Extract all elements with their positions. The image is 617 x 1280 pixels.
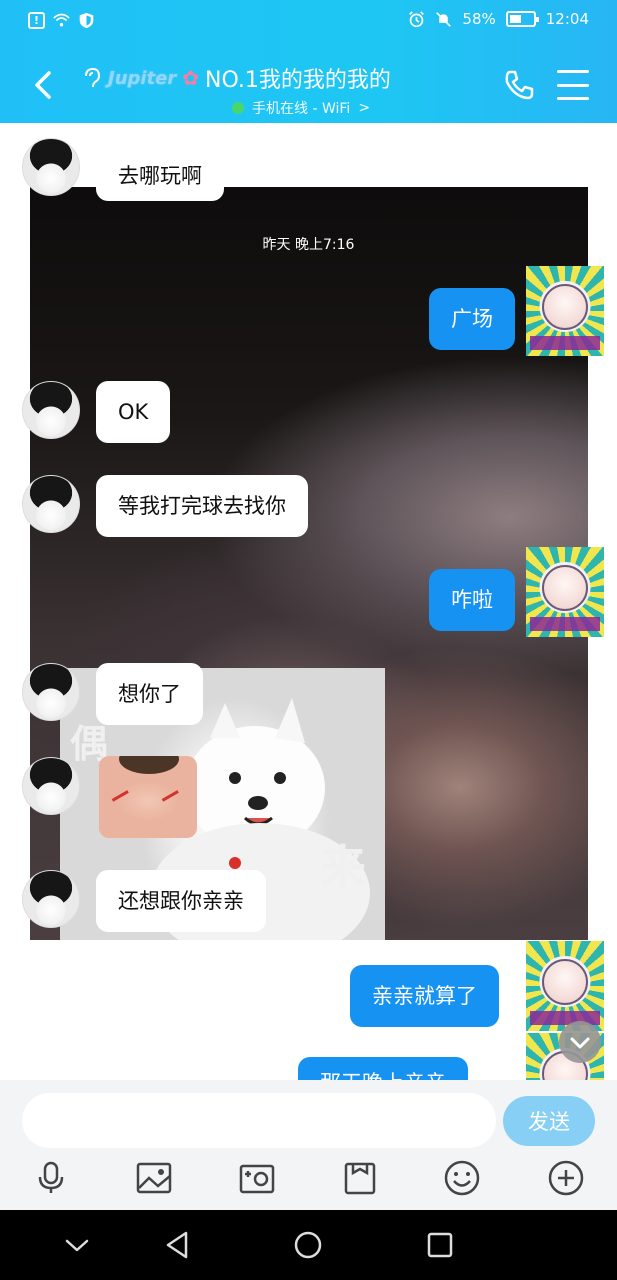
image-icon[interactable]: [134, 1158, 174, 1198]
chat-area[interactable]: 偶 来 昨天 晚上7:16 去哪玩啊 广场 OK 等我打完球去找你 咋啦 想你了…: [0, 123, 617, 1080]
message-bubble-incoming[interactable]: 去哪玩啊: [96, 151, 224, 201]
microphone-icon[interactable]: [31, 1158, 71, 1198]
contact-name: NO.1我的我的我的: [205, 68, 391, 93]
shield-icon: [79, 12, 94, 29]
alert-icon: !: [28, 12, 45, 29]
chat-header: ! 58% 12:04 Jupiter ✿ NO.1我的我的我的 手机在线 - …: [0, 0, 617, 123]
message-bubble-outgoing[interactable]: 亲亲就算了: [350, 965, 499, 1027]
status-bar: ! 58% 12:04: [0, 0, 617, 44]
camera-icon[interactable]: [237, 1158, 277, 1198]
message-input[interactable]: [22, 1093, 496, 1148]
clock: 12:04: [545, 10, 589, 28]
input-bar: 发送: [0, 1080, 617, 1210]
message-timestamp: 昨天 晚上7:16: [262, 237, 355, 253]
message-bubble-incoming[interactable]: 还想跟你亲亲: [96, 870, 266, 932]
contact-avatar[interactable]: [22, 475, 80, 533]
message-bubble-outgoing[interactable]: 广场: [429, 288, 515, 350]
hide-keyboard-icon[interactable]: [62, 1230, 92, 1260]
my-avatar[interactable]: [526, 547, 604, 637]
my-avatar[interactable]: [526, 941, 604, 1031]
message-bubble-incoming[interactable]: 想你了: [96, 663, 203, 725]
back-button[interactable]: [30, 70, 56, 100]
contact-avatar[interactable]: [22, 138, 80, 196]
contact-avatar[interactable]: [22, 870, 80, 928]
battery-text: 58%: [462, 10, 496, 28]
online-status: 手机在线 - WiFi: [252, 101, 351, 117]
my-avatar[interactable]: [526, 266, 604, 356]
ear-icon: [85, 67, 101, 88]
chat-title-block[interactable]: Jupiter ✿ NO.1我的我的我的 手机在线 - WiFi >: [82, 62, 482, 118]
emoji-icon[interactable]: [442, 1158, 482, 1198]
message-bubble-incoming[interactable]: 等我打完球去找你: [96, 475, 308, 537]
scroll-down-button[interactable]: [559, 1021, 601, 1063]
nav-home-icon[interactable]: [293, 1230, 323, 1260]
send-button[interactable]: 发送: [503, 1096, 595, 1146]
alarm-icon: [409, 10, 425, 27]
contact-avatar[interactable]: [22, 381, 80, 439]
call-button[interactable]: [502, 68, 536, 102]
photo-caption-right: 来: [320, 840, 366, 894]
wifi-icon: [53, 13, 70, 27]
message-bubble-outgoing[interactable]: 那天晚上亲亲: [298, 1057, 468, 1080]
message-bubble-outgoing[interactable]: 咋啦: [429, 569, 515, 631]
battery-icon: [505, 11, 539, 27]
message-bubble-incoming[interactable]: OK: [96, 381, 171, 443]
file-icon[interactable]: [340, 1158, 380, 1198]
mute-icon: [436, 11, 452, 27]
nav-recents-icon[interactable]: [425, 1230, 455, 1260]
contact-avatar[interactable]: [22, 757, 80, 815]
nav-back-icon[interactable]: [162, 1230, 192, 1260]
system-navigation-bar: [0, 1210, 617, 1280]
online-dot-icon: [232, 102, 244, 114]
plus-icon[interactable]: [546, 1158, 586, 1198]
status-chevron-icon: >: [358, 100, 371, 116]
flower-icon: ✿: [182, 66, 200, 90]
brand-badge: Jupiter: [108, 67, 177, 89]
menu-button[interactable]: [557, 70, 589, 100]
sticker-message[interactable]: [99, 756, 197, 838]
contact-avatar[interactable]: [22, 663, 80, 721]
